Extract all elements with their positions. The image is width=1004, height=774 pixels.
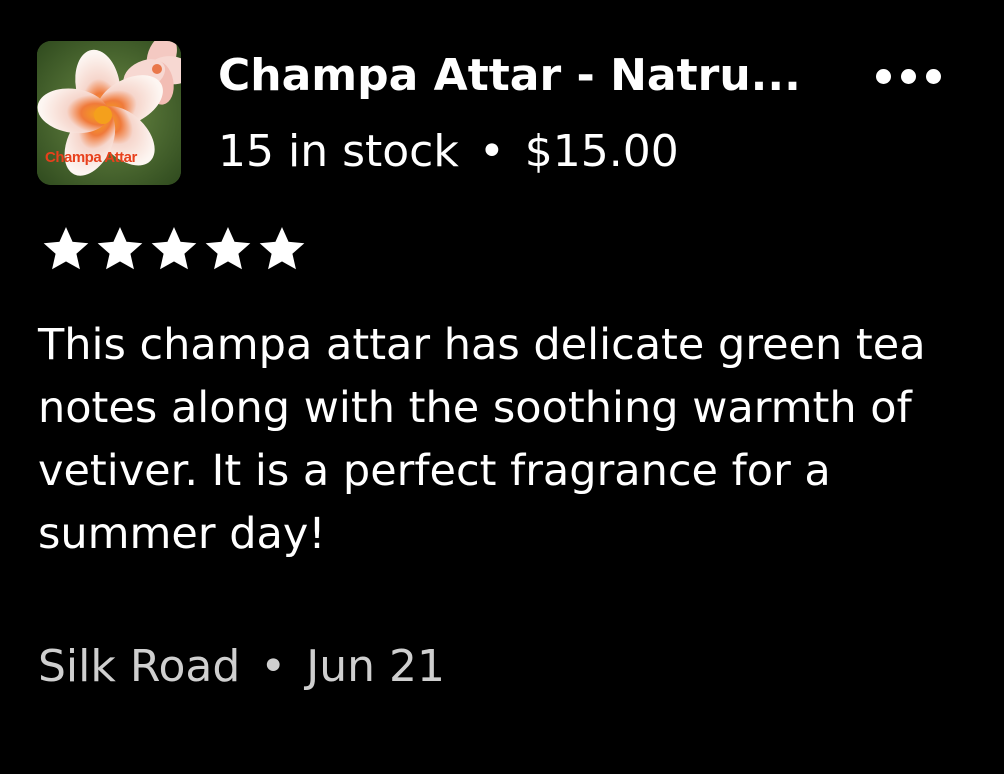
meta-separator: • <box>478 126 505 177</box>
review-author: Silk Road <box>38 641 241 692</box>
star-icon <box>43 227 89 270</box>
more-options-button[interactable] <box>866 58 950 94</box>
star-icon <box>259 227 305 270</box>
product-image-label: Champa Attar <box>45 149 137 166</box>
star-icon <box>97 227 143 270</box>
more-horizontal-icon-dot <box>900 68 916 84</box>
star-icon <box>205 227 251 270</box>
product-title[interactable]: Champa Attar - Natru... <box>218 48 838 104</box>
review-footer: Silk Road • Jun 21 <box>38 638 445 696</box>
star-rating <box>40 224 308 274</box>
review-card: Champa Attar Champa Attar - Natru... 15 … <box>0 0 1004 774</box>
product-thumbnail[interactable]: Champa Attar <box>37 41 181 185</box>
more-horizontal-icon-dot <box>925 68 941 84</box>
star-icon <box>151 227 197 270</box>
review-date: Jun 21 <box>306 641 445 692</box>
product-meta: 15 in stock • $15.00 <box>218 124 679 180</box>
review-text: This champa attar has delicate green tea… <box>38 320 926 559</box>
stock-count: 15 in stock <box>218 126 459 177</box>
more-horizontal-icon <box>875 68 891 84</box>
product-price: $15.00 <box>524 126 679 177</box>
footer-separator: • <box>260 641 287 692</box>
